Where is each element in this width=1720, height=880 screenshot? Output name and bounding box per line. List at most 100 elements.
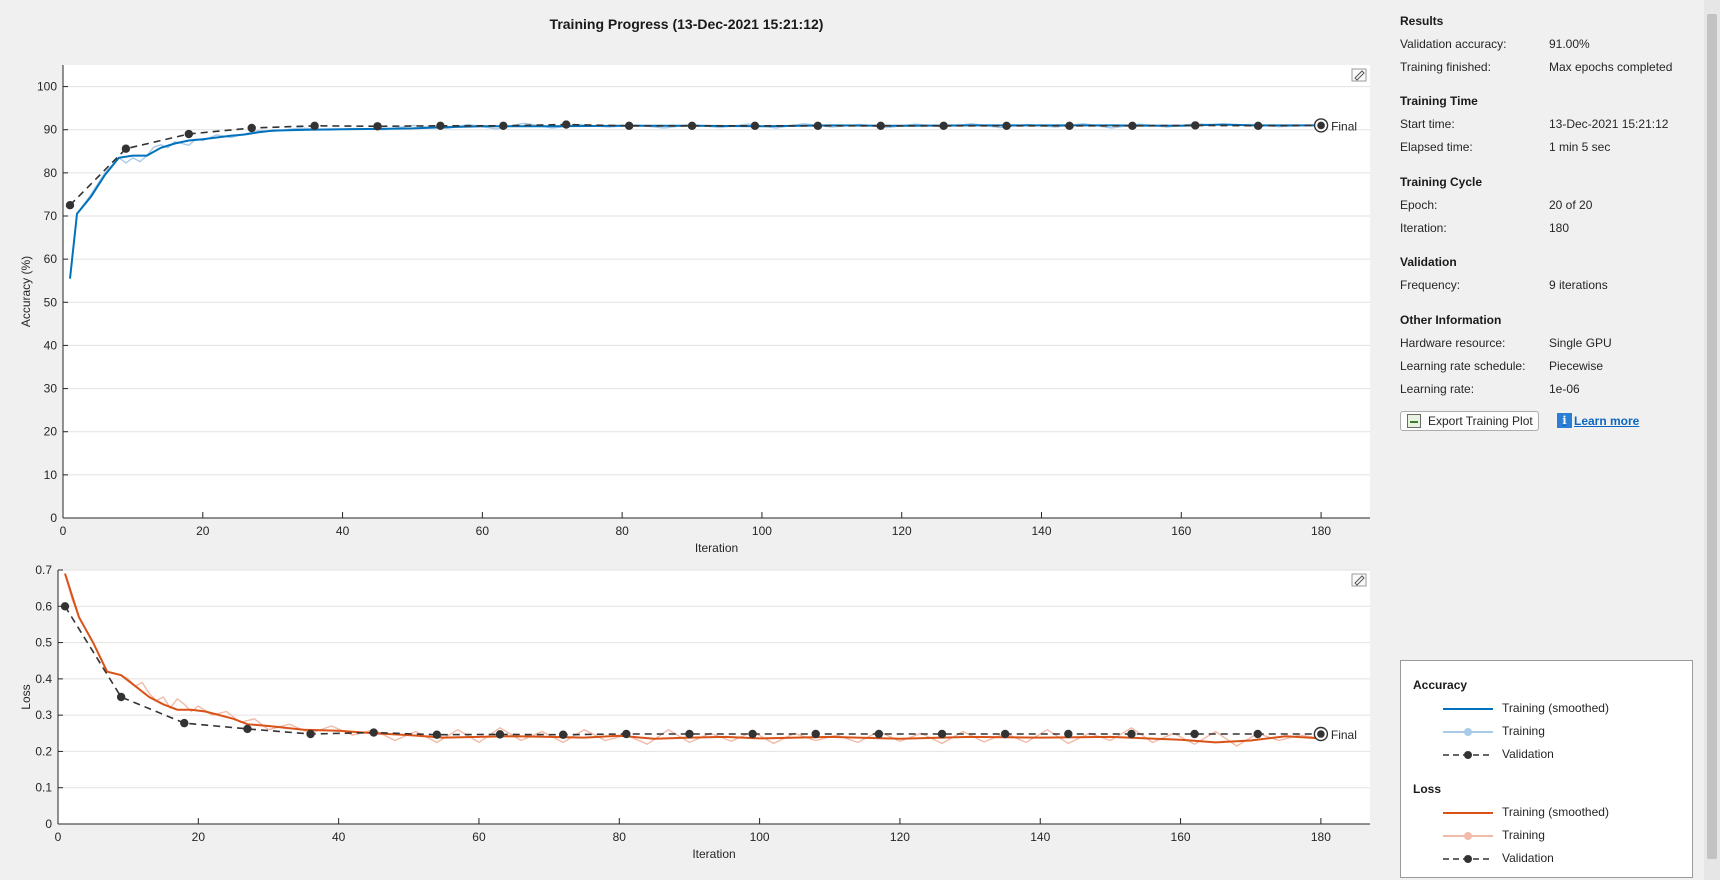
accuracy-validation-point — [65, 201, 75, 210]
loss-ylabel: Loss — [19, 684, 33, 709]
accuracy-ytick-label: 20 — [44, 425, 58, 439]
validation-accuracy-label: Validation accuracy: — [1400, 37, 1507, 51]
training-cycle-header: Training Cycle — [1400, 175, 1483, 189]
learning-rate-value: 1e-06 — [1549, 382, 1580, 396]
learning-rate-label: Learning rate: — [1400, 382, 1475, 396]
accuracy-xtick-label: 0 — [60, 524, 67, 538]
accuracy-ytick-label: 60 — [44, 252, 58, 266]
axes-toolbar-box — [1351, 68, 1367, 82]
accuracy-ytick-label: 80 — [44, 166, 58, 180]
accuracy-validation-point — [121, 144, 131, 153]
legend-accuracy-validation-swatch — [1443, 751, 1493, 759]
accuracy-xlabel: Iteration — [695, 541, 738, 555]
accuracy-validation-point — [562, 120, 571, 129]
loss-validation-point — [180, 718, 189, 728]
learning-rate-schedule-value: Piecewise — [1549, 359, 1604, 373]
loss-validation-point — [937, 729, 947, 739]
loss-validation-point — [811, 729, 820, 739]
legend-accuracy-training-swatch — [1443, 728, 1493, 736]
iteration-value: 180 — [1549, 221, 1570, 235]
loss-ytick-label: 0 — [45, 817, 52, 831]
epoch-value: 20 of 20 — [1549, 198, 1593, 212]
training-finished-value: Max epochs completed — [1549, 60, 1673, 74]
frequency-label: Frequency: — [1400, 278, 1461, 292]
loss-xtick-label: 80 — [613, 830, 627, 844]
loss-validation-point — [622, 729, 631, 739]
loss-axes-background — [58, 570, 1370, 824]
loss-validation-point — [116, 692, 126, 702]
loss-validation-point — [495, 730, 505, 739]
accuracy-validation-point — [813, 121, 823, 131]
learning-rate-schedule-label: Learning rate schedule: — [1400, 359, 1526, 373]
accuracy-validation-point — [624, 121, 634, 131]
validation-header: Validation — [1400, 255, 1457, 269]
legend-loss-validation-swatch — [1443, 855, 1493, 863]
accuracy-xtick-label: 40 — [336, 524, 350, 538]
loss-xtick-label: 0 — [55, 830, 62, 844]
accuracy-ytick-label: 90 — [44, 123, 58, 137]
loss-xtick-label: 20 — [192, 830, 206, 844]
other-information-header: Other Information — [1400, 313, 1502, 327]
hardware-resource-value: Single GPU — [1549, 336, 1612, 350]
loss-ytick-label: 0.4 — [35, 672, 52, 686]
loss-validation-point — [243, 724, 252, 734]
loss-xtick-label: 140 — [1030, 830, 1050, 844]
accuracy-validation-point — [876, 121, 885, 131]
learn-more-label: Learn more — [1574, 413, 1640, 428]
accuracy-xtick-label: 140 — [1031, 524, 1051, 538]
loss-validation-point — [685, 729, 694, 739]
accuracy-validation-point — [1191, 121, 1200, 130]
loss-validation-point — [748, 729, 757, 739]
accuracy-final-marker — [1317, 121, 1325, 130]
accuracy-xtick-label: 120 — [892, 524, 912, 538]
loss-xtick-label: 100 — [750, 830, 770, 844]
axes-toolbar-box — [1351, 573, 1367, 587]
accuracy-validation-point — [1253, 121, 1263, 131]
accuracy-validation-point — [184, 129, 194, 139]
learn-more-link[interactable]: i Learn more — [1557, 413, 1639, 428]
accuracy-xtick-label: 80 — [615, 524, 629, 538]
accuracy-ylabel: Accuracy (%) — [19, 256, 33, 327]
accuracy-xtick-label: 100 — [752, 524, 772, 538]
loss-validation-point — [369, 728, 378, 737]
legend-loss-training-swatch — [1443, 832, 1493, 840]
accuracy-validation-point — [939, 121, 948, 131]
training-plots: 0 10 20 30 40 50 60 70 80 90 100 0 20 40 60 80 100 120 140… — [19, 65, 1370, 861]
validation-accuracy-value: 91.00% — [1549, 37, 1590, 51]
legend-accuracy-validation-label: Validation — [1502, 747, 1554, 761]
legend-loss-header: Loss — [1413, 782, 1442, 796]
axes-toolbar-icon — [1351, 573, 1367, 587]
accuracy-ytick-label: 0 — [50, 511, 57, 525]
accuracy-validation-point — [373, 122, 382, 131]
export-training-plot-button[interactable]: Export Training Plot — [1400, 411, 1539, 431]
legend-accuracy-training-label: Training — [1502, 724, 1545, 738]
loss-validation-point — [558, 730, 568, 739]
loss-ytick-label: 0.7 — [35, 563, 52, 577]
accuracy-xtick-label: 180 — [1311, 524, 1331, 538]
epoch-label: Epoch: — [1400, 198, 1438, 212]
vertical-scrollbar[interactable] — [1704, 0, 1720, 880]
loss-final-label: Final — [1331, 728, 1357, 742]
export-plot-icon — [1407, 414, 1421, 428]
loss-ytick-label: 0.2 — [35, 744, 52, 758]
scrollbar-thumb[interactable] — [1707, 14, 1717, 859]
accuracy-ytick-label: 100 — [37, 80, 57, 94]
loss-xlabel: Iteration — [692, 847, 735, 861]
elapsed-time-value: 1 min 5 sec — [1549, 140, 1611, 154]
loss-validation-point — [432, 730, 442, 739]
loss-validation-point — [60, 602, 70, 611]
accuracy-validation-point — [436, 121, 445, 131]
legend-loss-training-label: Training — [1502, 828, 1545, 842]
training-time-header: Training Time — [1400, 94, 1478, 108]
accuracy-ytick-label: 40 — [44, 338, 58, 352]
hardware-resource-label: Hardware resource: — [1400, 336, 1506, 350]
plot-legend: Accuracy Training (smoothed) Training Va… — [1400, 660, 1693, 878]
iteration-label: Iteration: — [1400, 221, 1447, 235]
accuracy-xtick-label: 60 — [476, 524, 490, 538]
elapsed-time-label: Elapsed time: — [1400, 140, 1473, 154]
accuracy-validation-point — [247, 123, 256, 133]
loss-xtick-label: 180 — [1311, 830, 1331, 844]
accuracy-plot: 0 10 20 30 40 50 60 70 80 90 100 0 20 40 60 80 100 120 140… — [19, 65, 1370, 555]
frequency-value: 9 iterations — [1549, 278, 1608, 292]
accuracy-validation-point — [499, 121, 508, 131]
